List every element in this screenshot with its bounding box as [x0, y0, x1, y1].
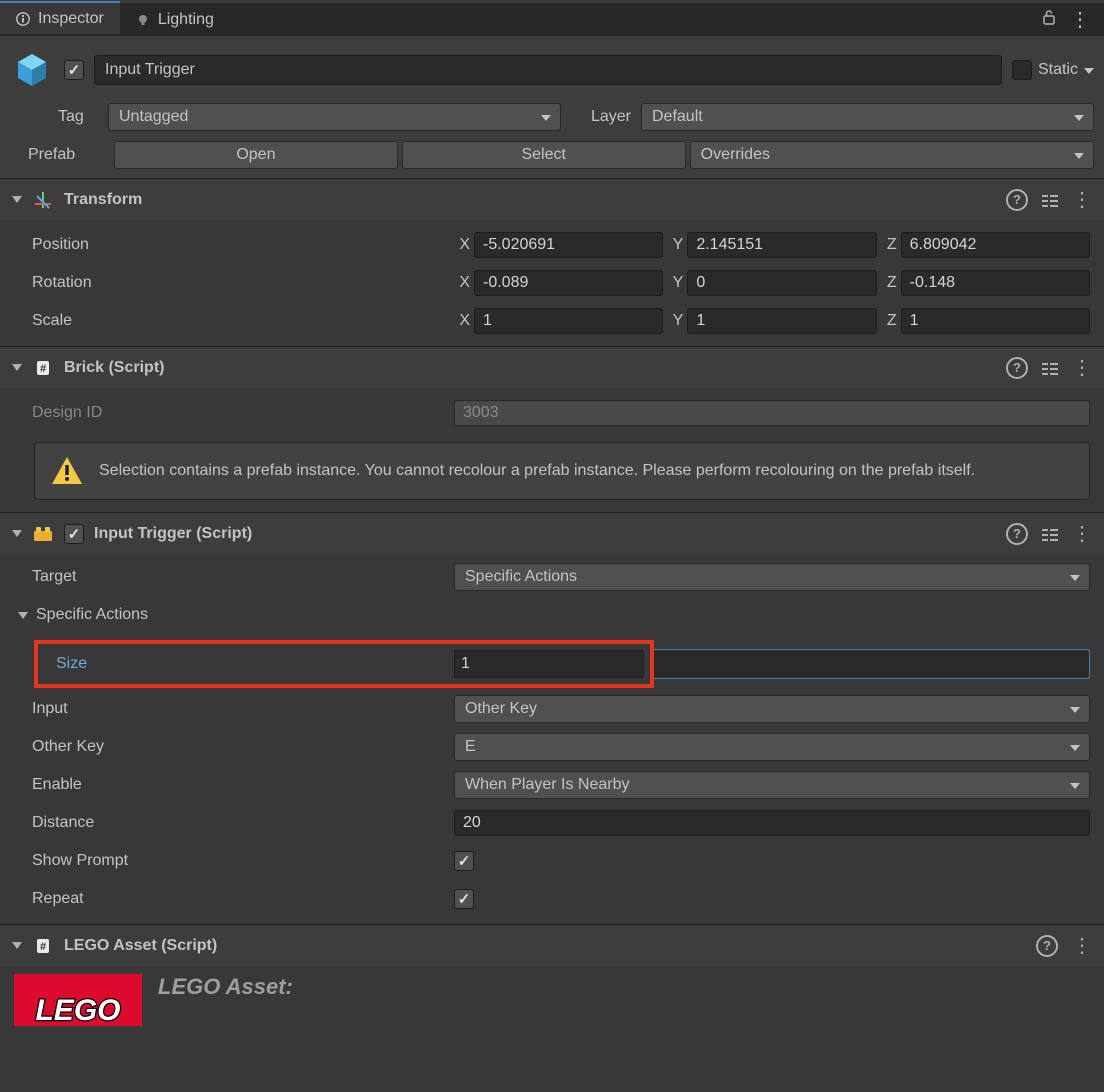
distance-input[interactable]: 20 [454, 810, 1090, 836]
tab-bar: Inspector Lighting [0, 0, 1104, 36]
size-input[interactable]: 1 [454, 650, 644, 678]
specific-actions-foldout[interactable]: Specific Actions [14, 606, 454, 624]
context-menu-icon[interactable] [1072, 355, 1092, 380]
show-prompt-checkbox[interactable] [454, 851, 474, 871]
warning-icon [49, 453, 85, 489]
prefab-select-button[interactable]: Select [402, 141, 686, 169]
design-id-input: 3003 [454, 400, 1090, 426]
tab-lighting[interactable]: Lighting [120, 3, 230, 36]
position-label: Position [14, 236, 454, 254]
lego-logo: LEGO [14, 974, 142, 1026]
transform-icon [32, 189, 54, 211]
gameobject-header: Input Trigger Static Tag Untagged Layer … [0, 36, 1104, 178]
component-title: Transform [64, 191, 996, 209]
svg-text:#: # [40, 363, 46, 375]
foldout-icon [12, 530, 22, 537]
cube-icon[interactable] [10, 48, 54, 92]
repeat-label: Repeat [14, 890, 454, 908]
target-label: Target [14, 568, 454, 586]
input-trigger-header[interactable]: Input Trigger (Script) [0, 512, 1104, 554]
repeat-checkbox[interactable] [454, 889, 474, 909]
prefab-open-button[interactable]: Open [114, 141, 398, 169]
tag-label: Tag [58, 108, 98, 126]
brick-icon [32, 523, 54, 545]
component-enable-checkbox[interactable] [64, 524, 84, 544]
prefab-label: Prefab [10, 146, 110, 164]
rotation-y-input[interactable]: 0 [687, 270, 876, 296]
component-title: LEGO Asset (Script) [64, 937, 1026, 955]
scale-x-input[interactable]: 1 [474, 308, 663, 334]
rotation-label: Rotation [14, 274, 454, 292]
scale-label: Scale [14, 312, 454, 330]
show-prompt-label: Show Prompt [14, 852, 454, 870]
lightbulb-icon [136, 13, 150, 27]
tab-inspector[interactable]: Inspector [0, 1, 120, 34]
input-dropdown[interactable]: Other Key [454, 695, 1090, 723]
help-icon[interactable] [1036, 935, 1058, 957]
preset-icon[interactable] [1042, 527, 1058, 541]
design-id-label: Design ID [14, 404, 454, 422]
gameobject-active-checkbox[interactable] [64, 60, 84, 80]
other-key-dropdown[interactable]: E [454, 733, 1090, 761]
help-icon[interactable] [1006, 523, 1028, 545]
warning-text: Selection contains a prefab instance. Yo… [99, 460, 975, 482]
layer-label: Layer [571, 108, 631, 126]
size-input-extension[interactable] [654, 649, 1090, 679]
size-label: Size [46, 655, 454, 673]
foldout-icon [12, 942, 22, 949]
static-dropdown-icon[interactable] [1084, 61, 1094, 79]
enable-label: Enable [14, 776, 454, 794]
info-icon [16, 12, 30, 26]
static-checkbox[interactable] [1012, 60, 1032, 80]
preset-icon[interactable] [1042, 193, 1058, 207]
static-label: Static [1038, 61, 1078, 79]
brick-header[interactable]: # Brick (Script) [0, 346, 1104, 388]
foldout-icon [12, 196, 22, 203]
scale-y-input[interactable]: 1 [687, 308, 876, 334]
rotation-z-input[interactable]: -0.148 [901, 270, 1090, 296]
preset-icon[interactable] [1042, 361, 1058, 375]
help-icon[interactable] [1006, 357, 1028, 379]
enable-dropdown[interactable]: When Player Is Nearby [454, 771, 1090, 799]
other-key-label: Other Key [14, 738, 454, 756]
prefab-overrides-dropdown[interactable]: Overrides [690, 141, 1094, 169]
tab-label: Lighting [158, 11, 214, 29]
tab-label: Inspector [38, 10, 104, 28]
component-title: Brick (Script) [64, 359, 996, 377]
distance-label: Distance [14, 814, 454, 832]
lego-asset-title: LEGO Asset: [158, 974, 293, 1026]
target-dropdown[interactable]: Specific Actions [454, 563, 1090, 591]
position-y-input[interactable]: 2.145151 [687, 232, 876, 258]
lego-asset-header[interactable]: # LEGO Asset (Script) [0, 924, 1104, 966]
position-z-input[interactable]: 6.809042 [901, 232, 1090, 258]
tag-dropdown[interactable]: Untagged [108, 103, 561, 131]
context-menu-icon[interactable] [1072, 933, 1092, 958]
context-menu-icon[interactable] [1070, 7, 1090, 32]
help-icon[interactable] [1006, 189, 1028, 211]
foldout-icon [18, 612, 28, 619]
layer-dropdown[interactable]: Default [641, 103, 1094, 131]
warning-helpbox: Selection contains a prefab instance. Yo… [34, 442, 1090, 500]
input-label: Input [14, 700, 454, 718]
context-menu-icon[interactable] [1072, 187, 1092, 212]
svg-text:LEGO: LEGO [35, 994, 120, 1026]
component-title: Input Trigger (Script) [94, 525, 996, 543]
foldout-icon [12, 364, 22, 371]
scale-z-input[interactable]: 1 [901, 308, 1090, 334]
script-icon: # [32, 935, 54, 957]
lock-icon[interactable] [1042, 9, 1056, 30]
transform-header[interactable]: Transform [0, 178, 1104, 220]
context-menu-icon[interactable] [1072, 521, 1092, 546]
size-row-highlighted: Size 1 [0, 640, 1104, 688]
position-x-input[interactable]: -5.020691 [474, 232, 663, 258]
rotation-x-input[interactable]: -0.089 [474, 270, 663, 296]
gameobject-name-input[interactable]: Input Trigger [94, 55, 1002, 85]
svg-text:#: # [40, 941, 46, 953]
script-icon: # [32, 357, 54, 379]
